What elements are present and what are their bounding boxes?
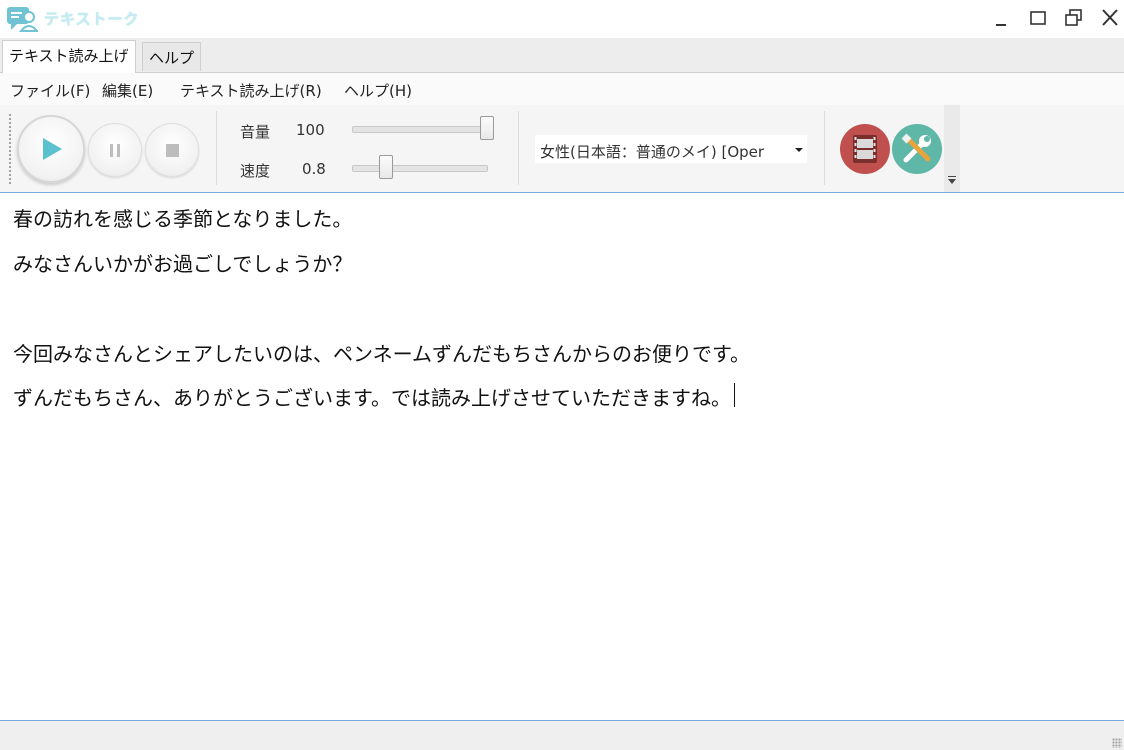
editor-line: ずんだもちさん、ありがとうございます。では読み上げさせていただきますね。 xyxy=(13,386,731,410)
status-bar xyxy=(0,721,1124,750)
chevron-down-icon xyxy=(795,148,803,152)
toolbar-overflow-button[interactable] xyxy=(944,105,960,192)
speed-label: 速度 xyxy=(240,162,271,180)
tab-help[interactable]: ヘルプ xyxy=(142,42,202,71)
pause-button[interactable] xyxy=(88,123,142,177)
volume-slider-thumb[interactable] xyxy=(480,116,494,140)
stop-icon xyxy=(166,144,179,157)
volume-label: 音量 xyxy=(240,123,271,141)
toolbar-separator xyxy=(824,111,825,185)
volume-value: 100 xyxy=(296,121,325,139)
app-logo-icon xyxy=(6,5,40,33)
title-bar: テキストーク xyxy=(0,0,1124,39)
toolbar-grip-handle[interactable] xyxy=(8,113,12,185)
video-export-button[interactable] xyxy=(840,124,890,174)
editor-line: みなさんいかがお過ごしでしょうか？ xyxy=(13,252,353,276)
resize-grip-icon[interactable] xyxy=(1112,738,1122,748)
minimize-icon xyxy=(996,24,1006,26)
speed-slider-thumb[interactable] xyxy=(378,155,393,179)
speed-value: 0.8 xyxy=(302,160,326,178)
menu-file[interactable]: ファイル(F) xyxy=(10,80,90,101)
voice-select-value: 女性(日本語：普通のメイ) [Oper xyxy=(540,143,765,161)
close-icon xyxy=(1102,9,1118,26)
tab-text-reading[interactable]: テキスト読み上げ xyxy=(2,40,136,73)
pause-icon xyxy=(110,144,120,157)
tools-icon xyxy=(901,133,931,163)
editor-line: 春の訪れを感じる季節となりました。 xyxy=(13,207,353,231)
toolbar-separator xyxy=(216,111,217,185)
ribbon-tab-bar: テキスト読み上げ ヘルプ xyxy=(0,38,1124,73)
stop-button[interactable] xyxy=(145,123,199,177)
menu-help[interactable]: ヘルプ(H) xyxy=(344,80,412,101)
maximize-icon xyxy=(1030,11,1046,25)
film-icon xyxy=(853,135,877,163)
overflow-chevron-icon xyxy=(948,176,956,184)
text-cursor xyxy=(734,383,735,407)
settings-tools-button[interactable] xyxy=(892,124,942,174)
play-icon xyxy=(43,138,62,160)
toolbar-separator xyxy=(518,111,519,185)
maximize-button[interactable] xyxy=(1026,6,1050,30)
close-button[interactable] xyxy=(1098,6,1122,30)
restore-button[interactable] xyxy=(1062,6,1086,30)
play-button[interactable] xyxy=(17,115,85,183)
minimize-button[interactable] xyxy=(990,6,1014,30)
restore-icon xyxy=(1065,9,1082,26)
menu-bar: ファイル(F) 編集(E) テキスト読み上げ(R) ヘルプ(H) xyxy=(0,73,1124,105)
toolbar: 音量 100 速度 0.8 女性(日本語：普通のメイ) [Oper xyxy=(0,105,1124,193)
voice-select[interactable]: 女性(日本語：普通のメイ) [Oper xyxy=(535,135,807,163)
window-title: テキストーク xyxy=(44,10,140,28)
speed-slider-track[interactable] xyxy=(352,165,488,172)
text-editor[interactable]: 春の訪れを感じる季節となりました。 みなさんいかがお過ごしでしょうか？ 今回みな… xyxy=(0,193,1124,721)
menu-text-reading[interactable]: テキスト読み上げ(R) xyxy=(180,80,322,101)
volume-slider-track[interactable] xyxy=(352,126,494,133)
editor-line: 今回みなさんとシェアしたいのは、ペンネームずんだもちさんからのお便りです。 xyxy=(13,342,750,366)
menu-edit[interactable]: 編集(E) xyxy=(102,80,153,101)
